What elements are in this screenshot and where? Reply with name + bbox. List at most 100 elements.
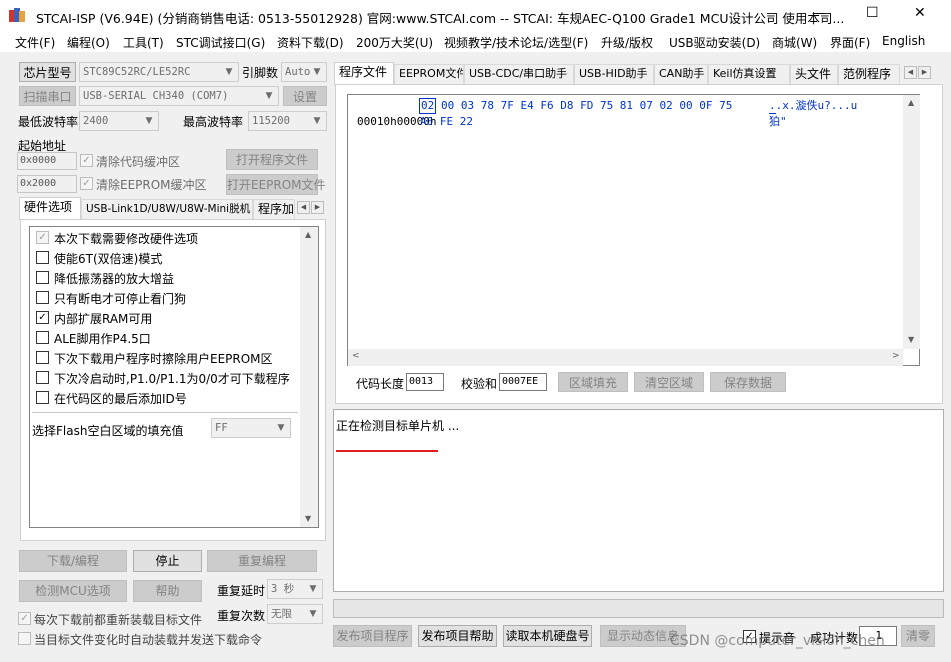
option-checkbox[interactable] [36, 391, 49, 404]
maximize-icon[interactable]: ☐ [866, 5, 879, 21]
max-baud-label: 最高波特率 [183, 115, 244, 129]
clear-eeprom-checkbox[interactable]: ✓ [80, 177, 93, 190]
menu-interface[interactable]: 界面(F) [830, 34, 870, 51]
min-baud-select[interactable]: 2400 ▼ [79, 111, 159, 131]
tab-scroll-left-icon[interactable]: ◀ [297, 201, 310, 214]
tab-header-file[interactable]: 头文件 [790, 64, 838, 84]
pin-count-select[interactable]: Auto ▼ [281, 62, 327, 82]
open-eeprom-file-button[interactable]: 打开EEPROM文件 [226, 174, 326, 195]
option-checkbox[interactable] [36, 371, 49, 384]
tab-scroll-left-icon[interactable]: ◀ [904, 66, 917, 79]
scroll-down-icon[interactable]: ▼ [908, 335, 914, 344]
tab-usb-hid[interactable]: USB-HID助手 [574, 64, 654, 84]
chip-model-button[interactable]: 芯片型号 [19, 62, 76, 82]
option-label: 降低振荡器的放大增益 [54, 272, 175, 286]
menu-video[interactable]: 视频教学/技术论坛/选型(F) [444, 34, 588, 51]
option-checkbox[interactable]: ✓ [36, 231, 49, 244]
hex-bytes: 00 03 78 7F E4 F6 D8 FD 75 81 07 02 00 0… [441, 99, 733, 112]
menu-program[interactable]: 编程(O) [67, 34, 110, 51]
option-checkbox[interactable]: ✓ [36, 311, 49, 324]
port-select[interactable]: USB-SERIAL CH340 (COM7) ▼ [79, 86, 279, 106]
menu-tools[interactable]: 工具(T) [123, 34, 164, 51]
option-label: 使能6T(双倍速)模式 [54, 252, 163, 266]
chevron-down-icon: ▼ [277, 423, 285, 433]
clear-code-checkbox[interactable]: ✓ [80, 154, 93, 167]
divider [32, 412, 298, 413]
tab-examples[interactable]: 范例程序 [838, 64, 900, 84]
menu-bar: 文件(F) 编程(O) 工具(T) STC调试接口(G) 资料下载(D) 200… [0, 32, 951, 52]
status-text: 正在检测目标单片机 ... [336, 419, 460, 433]
scroll-down-icon[interactable]: ▼ [305, 514, 311, 523]
scan-port-button[interactable]: 扫描串口 [19, 86, 76, 106]
detect-mcu-button[interactable]: 检测MCU选项 [19, 580, 127, 602]
menu-shop[interactable]: 商城(W) [772, 34, 817, 51]
close-icon[interactable]: ✕ [914, 5, 926, 21]
options-list-frame: ✓ 本次下载需要修改硬件选项 使能6T(双倍速)模式 降低振荡器的放大增益 只有… [29, 226, 319, 528]
tab-keil[interactable]: Keil仿真设置 [708, 64, 790, 84]
checksum-label: 校验和 [461, 377, 498, 391]
option-label: 只有断电才可停止看门狗 [54, 292, 187, 306]
help-button[interactable]: 帮助 [133, 580, 202, 602]
hex-view[interactable]: 00000h 02 00 03 78 7F E4 F6 D8 FD 75 81 … [347, 94, 920, 366]
hex-cursor-byte[interactable]: 02 [419, 98, 437, 114]
stop-button[interactable]: 停止 [133, 550, 202, 572]
minimize-icon[interactable]: — [812, 6, 825, 21]
hex-hscrollbar[interactable]: < > [348, 349, 903, 366]
tab-eeprom-file[interactable]: EEPROM文件 [394, 64, 464, 84]
options-scrollbar[interactable]: ▲ ▼ [300, 227, 318, 527]
scroll-up-icon[interactable]: ▲ [908, 98, 914, 107]
max-baud-value: 115200 [252, 115, 290, 127]
menu-award[interactable]: 200万大奖(U) [356, 34, 433, 51]
option-checkbox[interactable] [36, 271, 49, 284]
hex-address: 00010h [357, 115, 397, 128]
menu-download[interactable]: 资料下载(D) [277, 34, 344, 51]
option-checkbox[interactable] [36, 251, 49, 264]
code-address-input[interactable]: 0x0000 [17, 152, 77, 170]
chevron-down-icon: ▼ [313, 67, 321, 77]
fill-region-button[interactable]: 区域填充 [558, 372, 628, 392]
menu-upgrade[interactable]: 升级/版权 [601, 34, 653, 51]
menu-file[interactable]: 文件(F) [15, 34, 55, 51]
tab-program-file[interactable]: 程序文件 [334, 62, 394, 85]
download-program-button[interactable]: 下载/编程 [19, 550, 127, 572]
menu-english[interactable]: English [882, 34, 925, 48]
tab-hardware-options[interactable]: 硬件选项 [19, 197, 81, 220]
tab-scroll-right-icon[interactable]: ▶ [918, 66, 931, 79]
autoload-checkbox[interactable] [18, 632, 31, 645]
max-baud-select[interactable]: 115200 ▼ [248, 111, 327, 131]
clear-region-button[interactable]: 清空区域 [634, 372, 704, 392]
option-checkbox[interactable] [36, 291, 49, 304]
pin-count-label: 引脚数 [242, 66, 279, 80]
tab-program-encrypt[interactable]: 程序加 [253, 199, 295, 219]
repeat-delay-select[interactable]: 3 秒 ▼ [267, 579, 323, 599]
fill-value-select[interactable]: FF ▼ [211, 418, 291, 438]
settings-button[interactable]: 设置 [283, 86, 327, 106]
read-disk-id-button[interactable]: 读取本机硬盘号 [503, 625, 592, 647]
clear-code-label: 清除代码缓冲区 [96, 155, 181, 169]
tab-usb-cdc[interactable]: USB-CDC/串口助手 [464, 64, 574, 84]
clear-count-button[interactable]: 清零 [901, 625, 935, 647]
save-data-button[interactable]: 保存数据 [710, 372, 786, 392]
scroll-left-icon[interactable]: < [352, 351, 360, 361]
tab-usb-link[interactable]: USB-Link1D/U8W/U8W-Mini脱机 [81, 199, 253, 219]
status-log[interactable]: 正在检测目标单片机 ... [333, 409, 944, 592]
option-checkbox[interactable] [36, 351, 49, 364]
reload-checkbox[interactable]: ✓ [18, 612, 31, 625]
tab-can[interactable]: CAN助手 [654, 64, 708, 84]
menu-debug[interactable]: STC调试接口(G) [176, 34, 265, 51]
hex-vscrollbar[interactable]: ▲ ▼ [903, 95, 920, 349]
scroll-up-icon[interactable]: ▲ [305, 230, 311, 239]
port-value: USB-SERIAL CH340 (COM7) [83, 90, 229, 102]
tab-scroll-right-icon[interactable]: ▶ [311, 201, 324, 214]
option-checkbox[interactable] [36, 331, 49, 344]
repeat-program-button[interactable]: 重复编程 [207, 550, 317, 572]
scroll-right-icon[interactable]: > [892, 351, 900, 361]
repeat-count-select[interactable]: 无限 ▼ [267, 604, 323, 624]
publish-project-button[interactable]: 发布项目程序 [333, 625, 412, 647]
pin-count-value: Auto [285, 66, 311, 78]
publish-help-button[interactable]: 发布项目帮助 [418, 625, 497, 647]
chip-model-select[interactable]: STC89C52RC/LE52RC ▼ [79, 62, 239, 82]
open-program-file-button[interactable]: 打开程序文件 [226, 149, 318, 170]
eeprom-address-input[interactable]: 0x2000 [17, 175, 77, 193]
menu-usb-driver[interactable]: USB驱动安装(D) [669, 34, 760, 51]
